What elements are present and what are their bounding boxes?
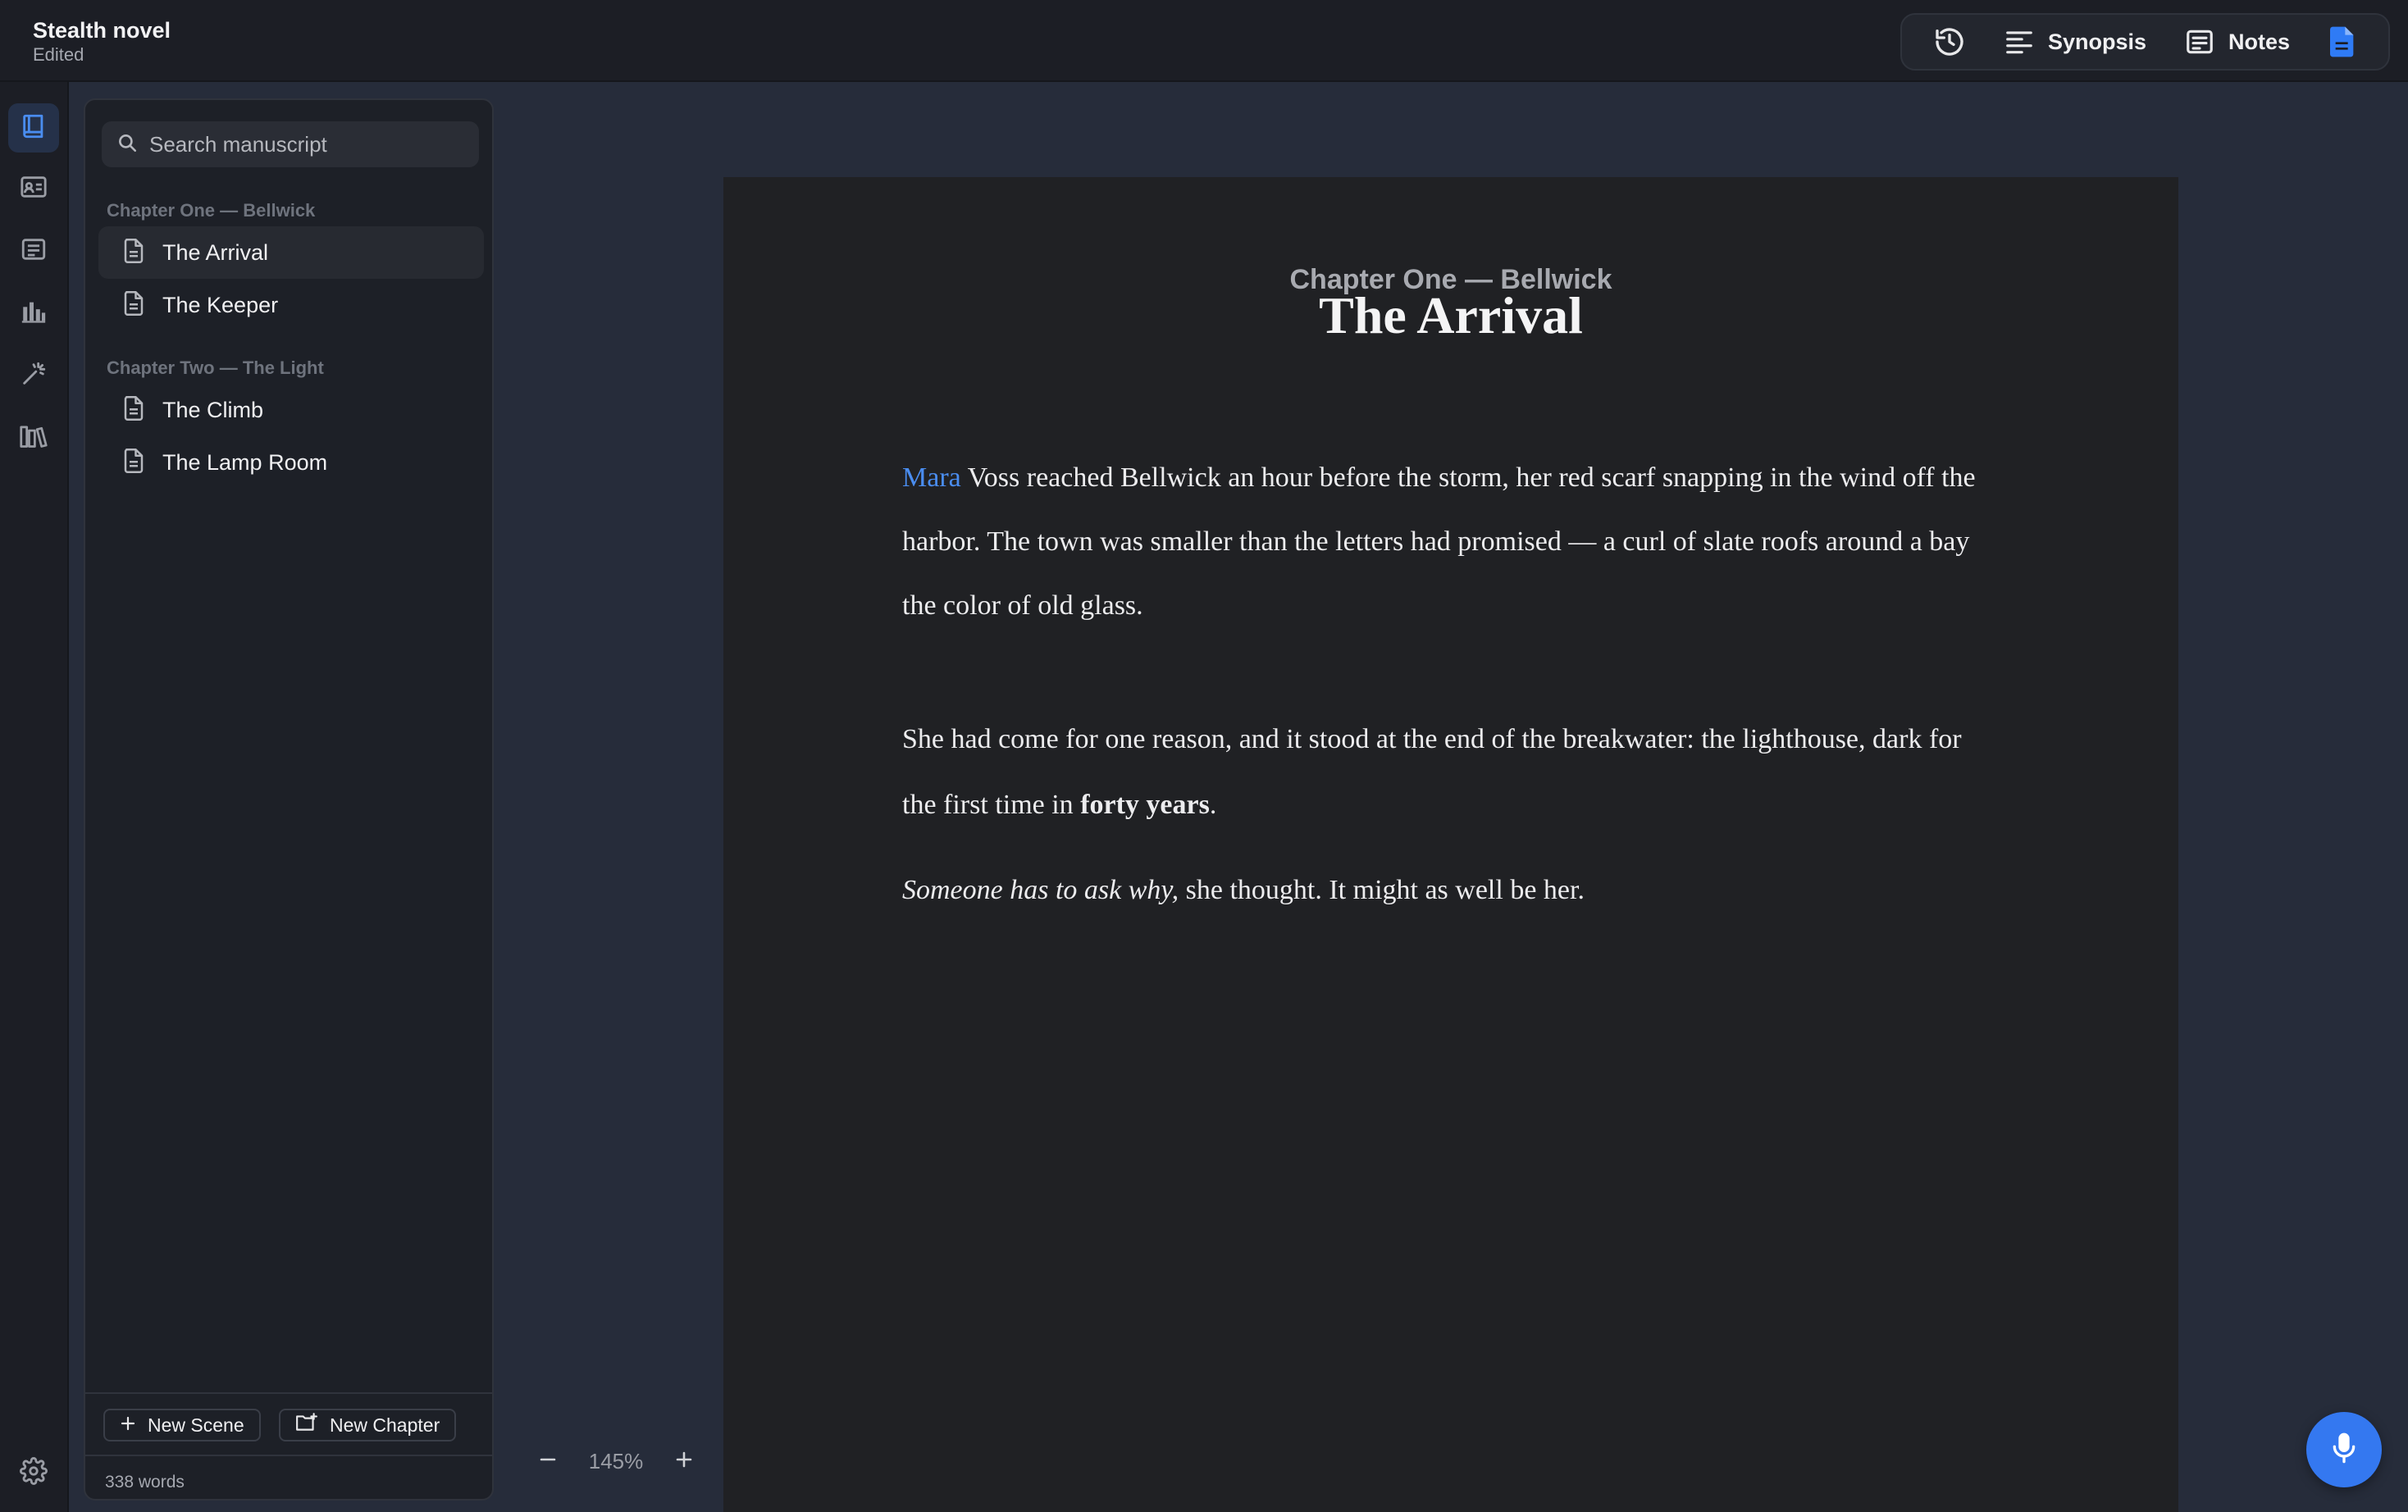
plus-icon <box>120 1414 136 1437</box>
document-icon <box>123 448 144 477</box>
scene-item-the-lamp-room[interactable]: The Lamp Room <box>98 436 484 489</box>
notes-label: Notes <box>2228 29 2290 54</box>
synopsis-button[interactable]: Synopsis <box>1989 19 2161 65</box>
document-icon <box>123 238 144 267</box>
top-bar: Stealth novel Edited Synopsis Notes <box>0 0 2408 82</box>
italic-text: Someone has to ask why, <box>902 875 1179 905</box>
notes-list-icon <box>20 235 48 267</box>
rail-item-notes[interactable] <box>8 226 59 276</box>
scene-label: The Arrival <box>162 239 269 265</box>
library-icon <box>19 422 48 454</box>
new-scene-label: New Scene <box>148 1414 244 1436</box>
gear-icon <box>20 1456 48 1489</box>
new-folder-icon <box>295 1413 318 1437</box>
synopsis-icon <box>2004 26 2035 57</box>
settings-button[interactable] <box>8 1448 59 1497</box>
manuscript-panel: Chapter One — Bellwick The Arrival The K… <box>84 98 494 1501</box>
document-icon <box>123 290 144 320</box>
plus-icon <box>674 1450 694 1473</box>
notes-button[interactable]: Notes <box>2169 19 2305 65</box>
magic-wand-icon <box>20 360 48 392</box>
rail-item-library[interactable] <box>8 413 59 462</box>
word-count: 338 words <box>105 1473 185 1492</box>
toolbar: Synopsis Notes <box>1899 13 2390 71</box>
document-status: Edited <box>33 44 84 65</box>
history-button[interactable] <box>1918 19 1981 65</box>
scene-item-the-climb[interactable]: The Climb <box>98 384 484 436</box>
paragraph-text: Voss reached Bellwick an hour before the… <box>902 462 1976 621</box>
document-title: Stealth novel <box>33 18 171 43</box>
zoom-control: 145% <box>531 1440 700 1482</box>
search-input[interactable] <box>149 131 461 157</box>
scene-label: The Lamp Room <box>162 449 328 475</box>
rail-item-tools[interactable] <box>8 351 59 400</box>
contact-card-icon <box>20 173 48 205</box>
editor-page[interactable]: Chapter One — Bellwick The Arrival Mara … <box>723 177 2178 1512</box>
notes-icon <box>2184 26 2215 57</box>
paragraph-text: She had come for one reason, and it stoo… <box>902 724 1962 820</box>
minus-icon <box>538 1450 558 1473</box>
page-title: The Arrival <box>1319 286 1583 344</box>
paragraph[interactable]: She had come for one reason, and it stoo… <box>902 707 2001 838</box>
chapter-heading: Chapter Two — The Light <box>107 358 324 378</box>
zoom-out-button[interactable] <box>531 1445 564 1478</box>
footer-divider <box>85 1455 492 1456</box>
zoom-in-button[interactable] <box>668 1445 700 1478</box>
history-icon <box>1933 25 1966 58</box>
scene-item-the-keeper[interactable]: The Keeper <box>98 279 484 331</box>
bar-chart-icon <box>20 298 48 330</box>
rail-item-characters[interactable] <box>8 164 59 213</box>
search-icon <box>116 132 138 157</box>
synopsis-label: Synopsis <box>2047 29 2146 54</box>
search-box <box>102 121 479 167</box>
bold-text: forty years <box>1080 790 1210 820</box>
book-icon <box>20 112 48 144</box>
panel-footer: New Scene New Chapter 338 words <box>85 1392 492 1499</box>
new-chapter-label: New Chapter <box>330 1414 440 1436</box>
document-icon <box>123 395 144 425</box>
document-view-button[interactable] <box>2313 19 2372 65</box>
new-scene-button[interactable]: New Scene <box>103 1409 261 1441</box>
rail-item-manuscript[interactable] <box>8 103 59 153</box>
scene-label: The Climb <box>162 397 264 422</box>
left-rail <box>0 82 69 1512</box>
zoom-level: 145% <box>588 1448 644 1473</box>
rail-item-statistics[interactable] <box>8 289 59 338</box>
scene-label: The Keeper <box>162 292 279 317</box>
paragraph-text: . <box>1209 790 1217 820</box>
scene-item-the-arrival[interactable]: The Arrival <box>98 226 484 279</box>
microphone-icon <box>2328 1432 2360 1469</box>
new-chapter-button[interactable]: New Chapter <box>279 1409 457 1441</box>
dictation-button[interactable] <box>2306 1412 2382 1487</box>
character-link[interactable]: Mara <box>902 462 961 493</box>
document-icon <box>2328 25 2357 58</box>
paragraph-text: she thought. It might as well be her. <box>1179 875 1585 905</box>
paragraph[interactable]: Mara Voss reached Bellwick an hour befor… <box>902 446 2001 638</box>
chapter-heading: Chapter One — Bellwick <box>107 200 316 221</box>
paragraph[interactable]: Someone has to ask why, she thought. It … <box>902 858 2001 923</box>
